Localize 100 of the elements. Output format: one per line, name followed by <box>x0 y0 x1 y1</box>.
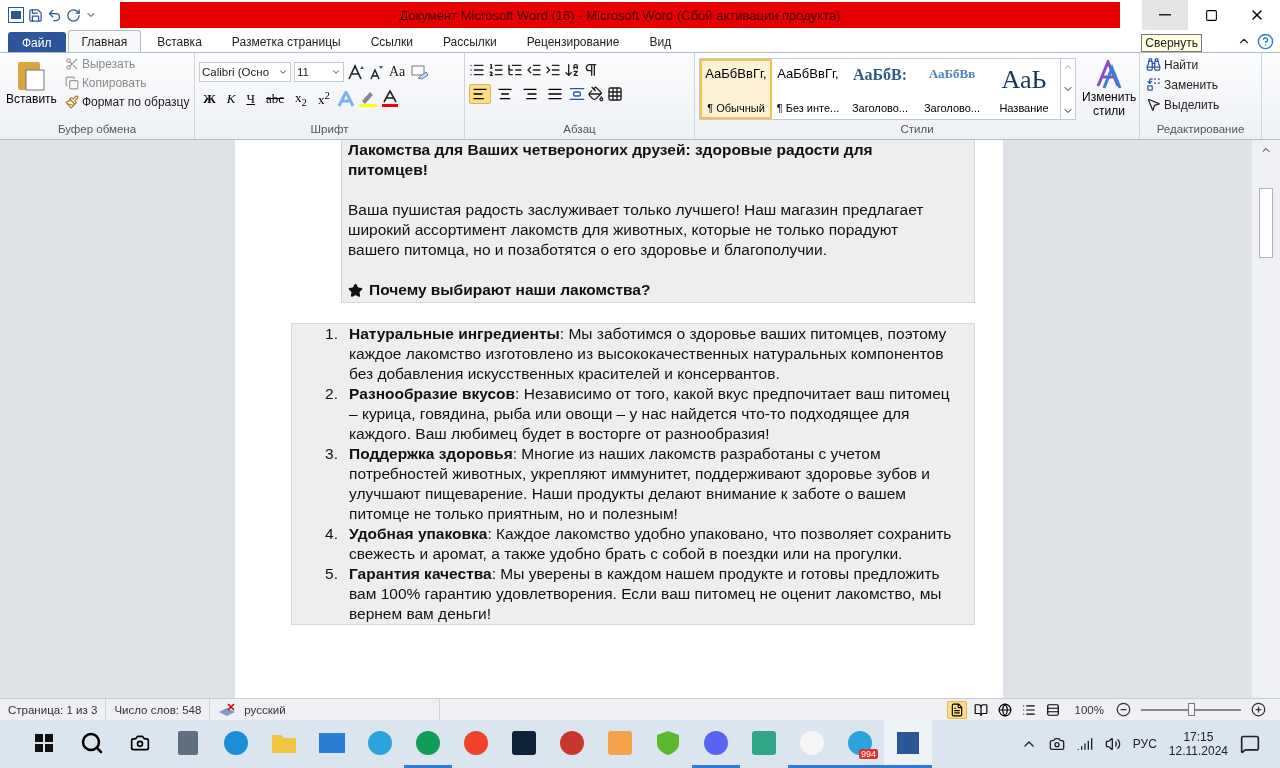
clear-format-icon[interactable] <box>410 64 429 80</box>
pilcrow-icon[interactable] <box>583 62 599 78</box>
format-button[interactable]: Ч <box>242 89 259 108</box>
paint-bucket-icon[interactable] <box>588 86 604 102</box>
list-number: 2. <box>324 384 339 404</box>
align-center-icon <box>497 86 513 102</box>
align-button[interactable] <box>469 84 491 104</box>
decrease-indent-icon[interactable] <box>526 62 542 78</box>
binoculars-icon <box>1146 57 1161 72</box>
slider-thumb[interactable] <box>1188 703 1195 716</box>
list-number: 3. <box>324 444 339 464</box>
paintbrush-icon <box>64 95 79 109</box>
sort-icon[interactable] <box>564 62 580 78</box>
lines-icon <box>1045 702 1060 717</box>
paste-button[interactable]: Вставить <box>4 56 59 123</box>
app-logo-icon <box>8 7 24 23</box>
style-item[interactable]: АаЬ Название <box>988 59 1060 119</box>
bullets-icon[interactable] <box>469 62 485 78</box>
multilevel-list-icon[interactable] <box>507 62 523 78</box>
taskbar-app[interactable] <box>884 720 932 768</box>
list-item-text: Гарантия качества: Мы уверены в каждом нашем продукте и готовы предложить вам 100% гарантию удовлетворения. Если ваш питомец не оценит лакомство, мы вернем вам деньги! <box>349 564 943 624</box>
group-label: Абзац <box>562 123 597 137</box>
numbering-icon[interactable] <box>488 62 504 78</box>
spellcheck-icon <box>218 702 237 717</box>
clipboard-button[interactable]: Формат по образцу <box>62 94 192 110</box>
zoom-out-icon[interactable] <box>1116 702 1131 717</box>
editing-button[interactable]: Найти <box>1144 56 1222 73</box>
align-right-icon <box>522 86 538 102</box>
grow-font-icon[interactable] <box>347 64 365 80</box>
view-button[interactable] <box>946 700 967 719</box>
dropdown-icon <box>331 67 341 77</box>
list-icon <box>1021 702 1036 717</box>
input-language[interactable]: РУС <box>1132 737 1157 751</box>
ribbon-tab[interactable]: Рецензирование <box>512 30 634 52</box>
maximize-icon <box>1204 8 1218 22</box>
style-item[interactable]: АаБбВвГг, ¶ Обычный <box>700 59 772 119</box>
format-button[interactable]: x$^{2}$ <box>313 88 334 110</box>
format-button[interactable]: abc <box>261 89 288 108</box>
borders-icon[interactable] <box>607 86 623 102</box>
style-item[interactable]: АаБбВ: Заголово... <box>844 59 916 119</box>
font-size-field[interactable]: 11 <box>294 62 344 82</box>
minimize-icon <box>1159 14 1171 16</box>
list-item-text: Натуральные ингредиенты: Мы заботимся о здоровье ваших питомцев, поэтому каждое лакомство изготовлено из высококачественных натуральных компонентов без добавления искусственных красителей и консервантов. <box>349 324 948 384</box>
volume-icon[interactable] <box>1104 736 1121 752</box>
style-item[interactable]: АаБбВв Заголово... <box>916 59 988 119</box>
replace-icon <box>1146 77 1161 92</box>
windows-icon <box>35 733 53 752</box>
list-item-text: Поддержка здоровья: Многие из наших лакомств разработаны с учетом потребностей животных, укрепляют иммунитет, поддерживают здоровье зубов и улучшают пищеварение. Наши продукты делают внимание к заботе о вашем питомце не только приятным, но и полезным! <box>349 444 931 524</box>
paragraph: Ваша пушистая радость заслуживает только лучшего! Наш магазин предлагает широкий ассортимент лакомств для животных, которые не только порадуют вашего питомца, но и позаботятся о его здоровье и благополучии. <box>347 200 925 260</box>
group-label: Буфер обмена <box>56 123 138 137</box>
group-label: Шрифт <box>309 123 350 137</box>
page-icon <box>949 702 964 717</box>
style-item[interactable]: АаБбВвГг, ¶ Без инте... <box>772 59 844 119</box>
shrink-font-icon[interactable] <box>368 64 384 80</box>
justify-icon <box>547 86 563 102</box>
ribbon-tab[interactable]: Разметка страницы <box>217 30 355 52</box>
notifications-icon[interactable] <box>1240 734 1260 754</box>
editing-button[interactable]: Заменить <box>1144 76 1222 93</box>
file-tab[interactable]: Файл <box>8 32 66 52</box>
redo-icon[interactable] <box>66 7 81 23</box>
search-icon <box>80 730 104 755</box>
group-label: Стили <box>899 123 935 137</box>
notification-badge: 994 <box>858 749 878 759</box>
dropdown-icon <box>278 67 288 77</box>
book-icon <box>973 702 988 717</box>
zoom-level: 100% <box>1074 703 1104 716</box>
ribbon-tab[interactable]: Вставка <box>143 30 216 52</box>
tooltip: Свернуть <box>1141 34 1202 52</box>
copy-icon <box>64 76 79 90</box>
font-name-field[interactable]: Calibri (Осно <box>199 62 291 82</box>
clock[interactable]: 17:15 12.11.2024 <box>1168 730 1228 758</box>
save-icon[interactable] <box>28 7 43 23</box>
group-label: Редактирование <box>1155 123 1246 137</box>
help-icon[interactable] <box>1257 32 1274 50</box>
font-color-icon[interactable] <box>380 89 399 108</box>
line-spacing-icon[interactable] <box>569 86 585 102</box>
list-number: 1. <box>324 324 339 344</box>
ribbon-tab[interactable]: Рассылки <box>428 30 511 52</box>
change-styles-button[interactable]: Изменить стили <box>1080 58 1139 123</box>
change-case-button[interactable]: Aa <box>387 63 408 81</box>
undo-icon[interactable] <box>47 7 62 23</box>
list-item-text: Разнообразие вкусов: Независимо от того, какой вкус предпочитает ваш питомец – курица, говядина, рыба или овощи – у нас найдется что-то подходящее для каждого. Ваш любимец будет в восторге от разнообразия! <box>349 384 951 444</box>
language-label: русский <box>244 703 286 716</box>
signal-icon[interactable] <box>1076 736 1093 752</box>
zoom-in-icon[interactable] <box>1251 702 1266 717</box>
scissors-icon <box>64 57 79 71</box>
ribbon-tab[interactable]: Ссылки <box>356 30 427 52</box>
star-icon <box>348 282 363 298</box>
camera-icon[interactable] <box>1048 736 1065 752</box>
list-number: 5. <box>324 564 339 584</box>
format-button[interactable]: К <box>222 89 240 108</box>
window-title: Документ Microsoft Word (16) - Microsoft Word (Сбой активации продукта) <box>399 7 841 23</box>
format-button[interactable]: x$_{2}$ <box>291 88 311 109</box>
ribbon-tab[interactable]: Главная <box>67 30 142 52</box>
ribbon-tab[interactable]: Вид <box>635 30 686 52</box>
editing-button[interactable]: Выделить <box>1144 96 1222 113</box>
increase-indent-icon[interactable] <box>545 62 561 78</box>
globe-icon <box>997 702 1012 717</box>
format-button[interactable]: Ж <box>199 89 220 108</box>
scroll-thumb[interactable] <box>1259 188 1273 258</box>
